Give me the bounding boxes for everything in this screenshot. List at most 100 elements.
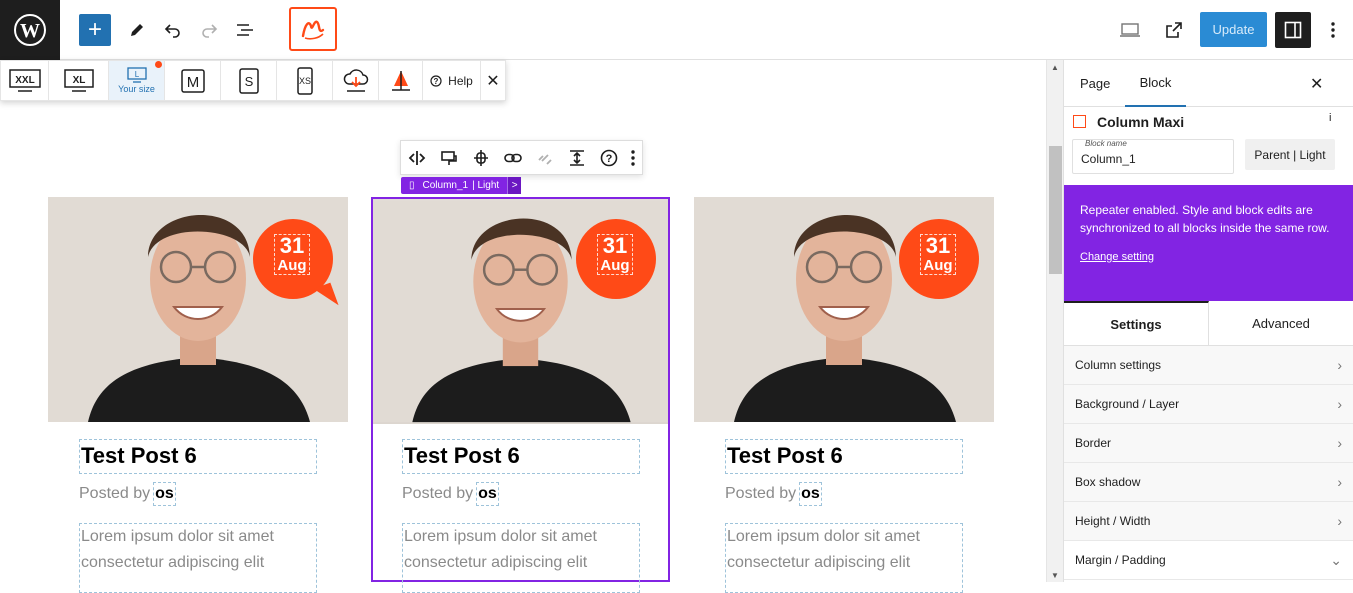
- post-excerpt[interactable]: Lorem ipsum dolor sit amet consectetur a…: [79, 523, 317, 593]
- tab-advanced[interactable]: Advanced: [1209, 301, 1353, 345]
- post-author[interactable]: os: [153, 482, 176, 506]
- tab-page[interactable]: Page: [1080, 60, 1110, 107]
- options-menu-icon[interactable]: [1317, 14, 1349, 46]
- more-options-icon[interactable]: [625, 141, 641, 174]
- post-card[interactable]: 31 Aug Test Post 6 Posted by os Lorem ips…: [48, 197, 348, 593]
- accordion-margin-padding[interactable]: Margin / Padding ⌄: [1064, 541, 1353, 580]
- post-excerpt[interactable]: Lorem ipsum dolor sit amet consectetur a…: [725, 523, 963, 593]
- redo-icon[interactable]: [193, 14, 225, 46]
- view-post-external-icon[interactable]: [1158, 14, 1190, 46]
- block-name-field[interactable]: Block name Column_1: [1072, 139, 1234, 174]
- block-name-value: Column_1: [1081, 152, 1136, 166]
- breakpoint-xl-button[interactable]: XL: [49, 61, 109, 100]
- accordion-label: Column settings: [1075, 358, 1162, 372]
- svg-text:?: ?: [434, 77, 439, 86]
- add-block-button[interactable]: +: [79, 14, 111, 46]
- close-sidebar-icon[interactable]: ✕: [1310, 60, 1323, 107]
- post-image: 31 Aug: [373, 199, 668, 424]
- date-badge: 31 Aug: [899, 219, 979, 299]
- update-button[interactable]: Update: [1200, 12, 1267, 47]
- scroll-down-icon[interactable]: ▼: [1051, 571, 1059, 580]
- accordion-label: Height / Width: [1075, 514, 1151, 528]
- height-icon[interactable]: [561, 141, 593, 174]
- help-icon: ?: [430, 74, 442, 87]
- breakpoint-xxl-button[interactable]: XXL: [1, 61, 49, 100]
- accordion-column-settings[interactable]: Column settings ›: [1064, 346, 1353, 385]
- undo-icon[interactable]: [157, 14, 189, 46]
- posted-by: Posted by os: [402, 482, 499, 506]
- breakpoint-xs-label: XS: [298, 76, 310, 86]
- breakpoint-s-button[interactable]: S: [221, 61, 277, 100]
- cloud-library-icon[interactable]: [333, 61, 379, 100]
- canvas-scrollbar[interactable]: ▲ ▼: [1046, 60, 1063, 582]
- posted-by: Posted by os: [79, 482, 176, 506]
- post-title[interactable]: Test Post 6: [725, 439, 963, 474]
- post-excerpt[interactable]: Lorem ipsum dolor sit amet consectetur a…: [402, 523, 640, 593]
- accordion-border[interactable]: Border ›: [1064, 424, 1353, 463]
- breadcrumb-style: | Light: [472, 180, 500, 191]
- repeater-notice: Repeater enabled. Style and block edits …: [1064, 185, 1353, 301]
- alignment-icon[interactable]: [465, 141, 497, 174]
- date-day: 31: [602, 233, 628, 258]
- style-parent-button[interactable]: Parent | Light: [1245, 139, 1335, 170]
- breadcrumb-expand[interactable]: >: [507, 177, 522, 194]
- post-title[interactable]: Test Post 6: [402, 439, 640, 474]
- help-button[interactable]: ? Help: [423, 61, 481, 100]
- breakpoint-xl-label: XL: [72, 75, 85, 86]
- responsive-toolbar: XXL XL L Your size M S XS ? Help ✕: [0, 60, 506, 101]
- your-size-caption: Your size: [118, 84, 155, 94]
- settings-sidebar-toggle-icon[interactable]: [1275, 12, 1311, 48]
- block-info-icon[interactable]: i: [1329, 112, 1331, 124]
- date-month: Aug: [277, 257, 307, 274]
- breakpoint-s-label: S: [244, 74, 253, 89]
- breadcrumb-block-name: Column_1: [422, 180, 469, 191]
- accordion-label: Background / Layer: [1075, 397, 1180, 411]
- date-badge: 31 Aug: [253, 219, 339, 312]
- chevron-right-icon: ›: [1337, 357, 1342, 373]
- settings-sidebar: Page Block ✕ Column Maxi i Block name Co…: [1063, 60, 1353, 582]
- post-image: 31 Aug: [48, 197, 348, 422]
- tab-block[interactable]: Block: [1125, 60, 1186, 107]
- scrollbar-thumb[interactable]: [1049, 146, 1062, 274]
- paint-style-icon[interactable]: [433, 141, 465, 174]
- preview-device-icon[interactable]: [1114, 14, 1146, 46]
- scroll-up-icon[interactable]: ▲: [1051, 63, 1059, 72]
- accordion-height-width[interactable]: Height / Width ›: [1064, 502, 1353, 541]
- chevron-right-icon: ›: [1337, 513, 1342, 529]
- close-responsive-icon[interactable]: ✕: [481, 61, 505, 100]
- posted-by: Posted by os: [725, 482, 822, 506]
- pencil-icon[interactable]: [121, 14, 153, 46]
- posted-by-label: Posted by: [402, 485, 474, 502]
- help-label: Help: [448, 73, 473, 88]
- column-block-icon: [1073, 115, 1086, 128]
- starter-sites-icon[interactable]: [379, 61, 423, 100]
- date-month: Aug: [923, 257, 953, 274]
- accordion-box-shadow[interactable]: Box shadow ›: [1064, 463, 1353, 502]
- wordpress-logo-icon[interactable]: W: [0, 0, 60, 60]
- breakpoint-m-button[interactable]: M: [165, 61, 221, 100]
- svg-text:?: ?: [606, 153, 613, 165]
- unlink-icon[interactable]: [529, 141, 561, 174]
- block-title: Column Maxi: [1097, 114, 1185, 130]
- block-breadcrumb[interactable]: ▯ Column_1 | Light >: [401, 177, 522, 194]
- breakpoint-l-label: L: [134, 70, 139, 79]
- breakpoint-xs-button[interactable]: XS: [277, 61, 333, 100]
- post-card[interactable]: 31 Aug Test Post 6 Posted by os Lorem ips…: [694, 197, 994, 593]
- document-overview-icon[interactable]: [229, 14, 261, 46]
- editor-header: W + Update: [0, 0, 1353, 60]
- post-title[interactable]: Test Post 6: [79, 439, 317, 474]
- chevron-right-icon: ›: [1337, 474, 1342, 490]
- change-setting-link[interactable]: Change setting: [1080, 248, 1337, 266]
- post-author[interactable]: os: [799, 482, 822, 506]
- breakpoint-l-button[interactable]: L Your size: [109, 61, 165, 100]
- tab-settings[interactable]: Settings: [1064, 301, 1209, 345]
- settings-tabs: Settings Advanced: [1064, 301, 1353, 346]
- link-icon[interactable]: [497, 141, 529, 174]
- help-circle-icon[interactable]: ?: [593, 141, 625, 174]
- post-author[interactable]: os: [476, 482, 499, 506]
- accordion-background-layer[interactable]: Background / Layer ›: [1064, 385, 1353, 424]
- maxi-blocks-logo-button[interactable]: [289, 7, 337, 51]
- move-arrows-icon[interactable]: [401, 141, 433, 174]
- breakpoint-xxl-label: XXL: [15, 75, 34, 86]
- post-card-selected[interactable]: 31 Aug Test Post 6 Posted by os Lorem ips…: [371, 197, 670, 593]
